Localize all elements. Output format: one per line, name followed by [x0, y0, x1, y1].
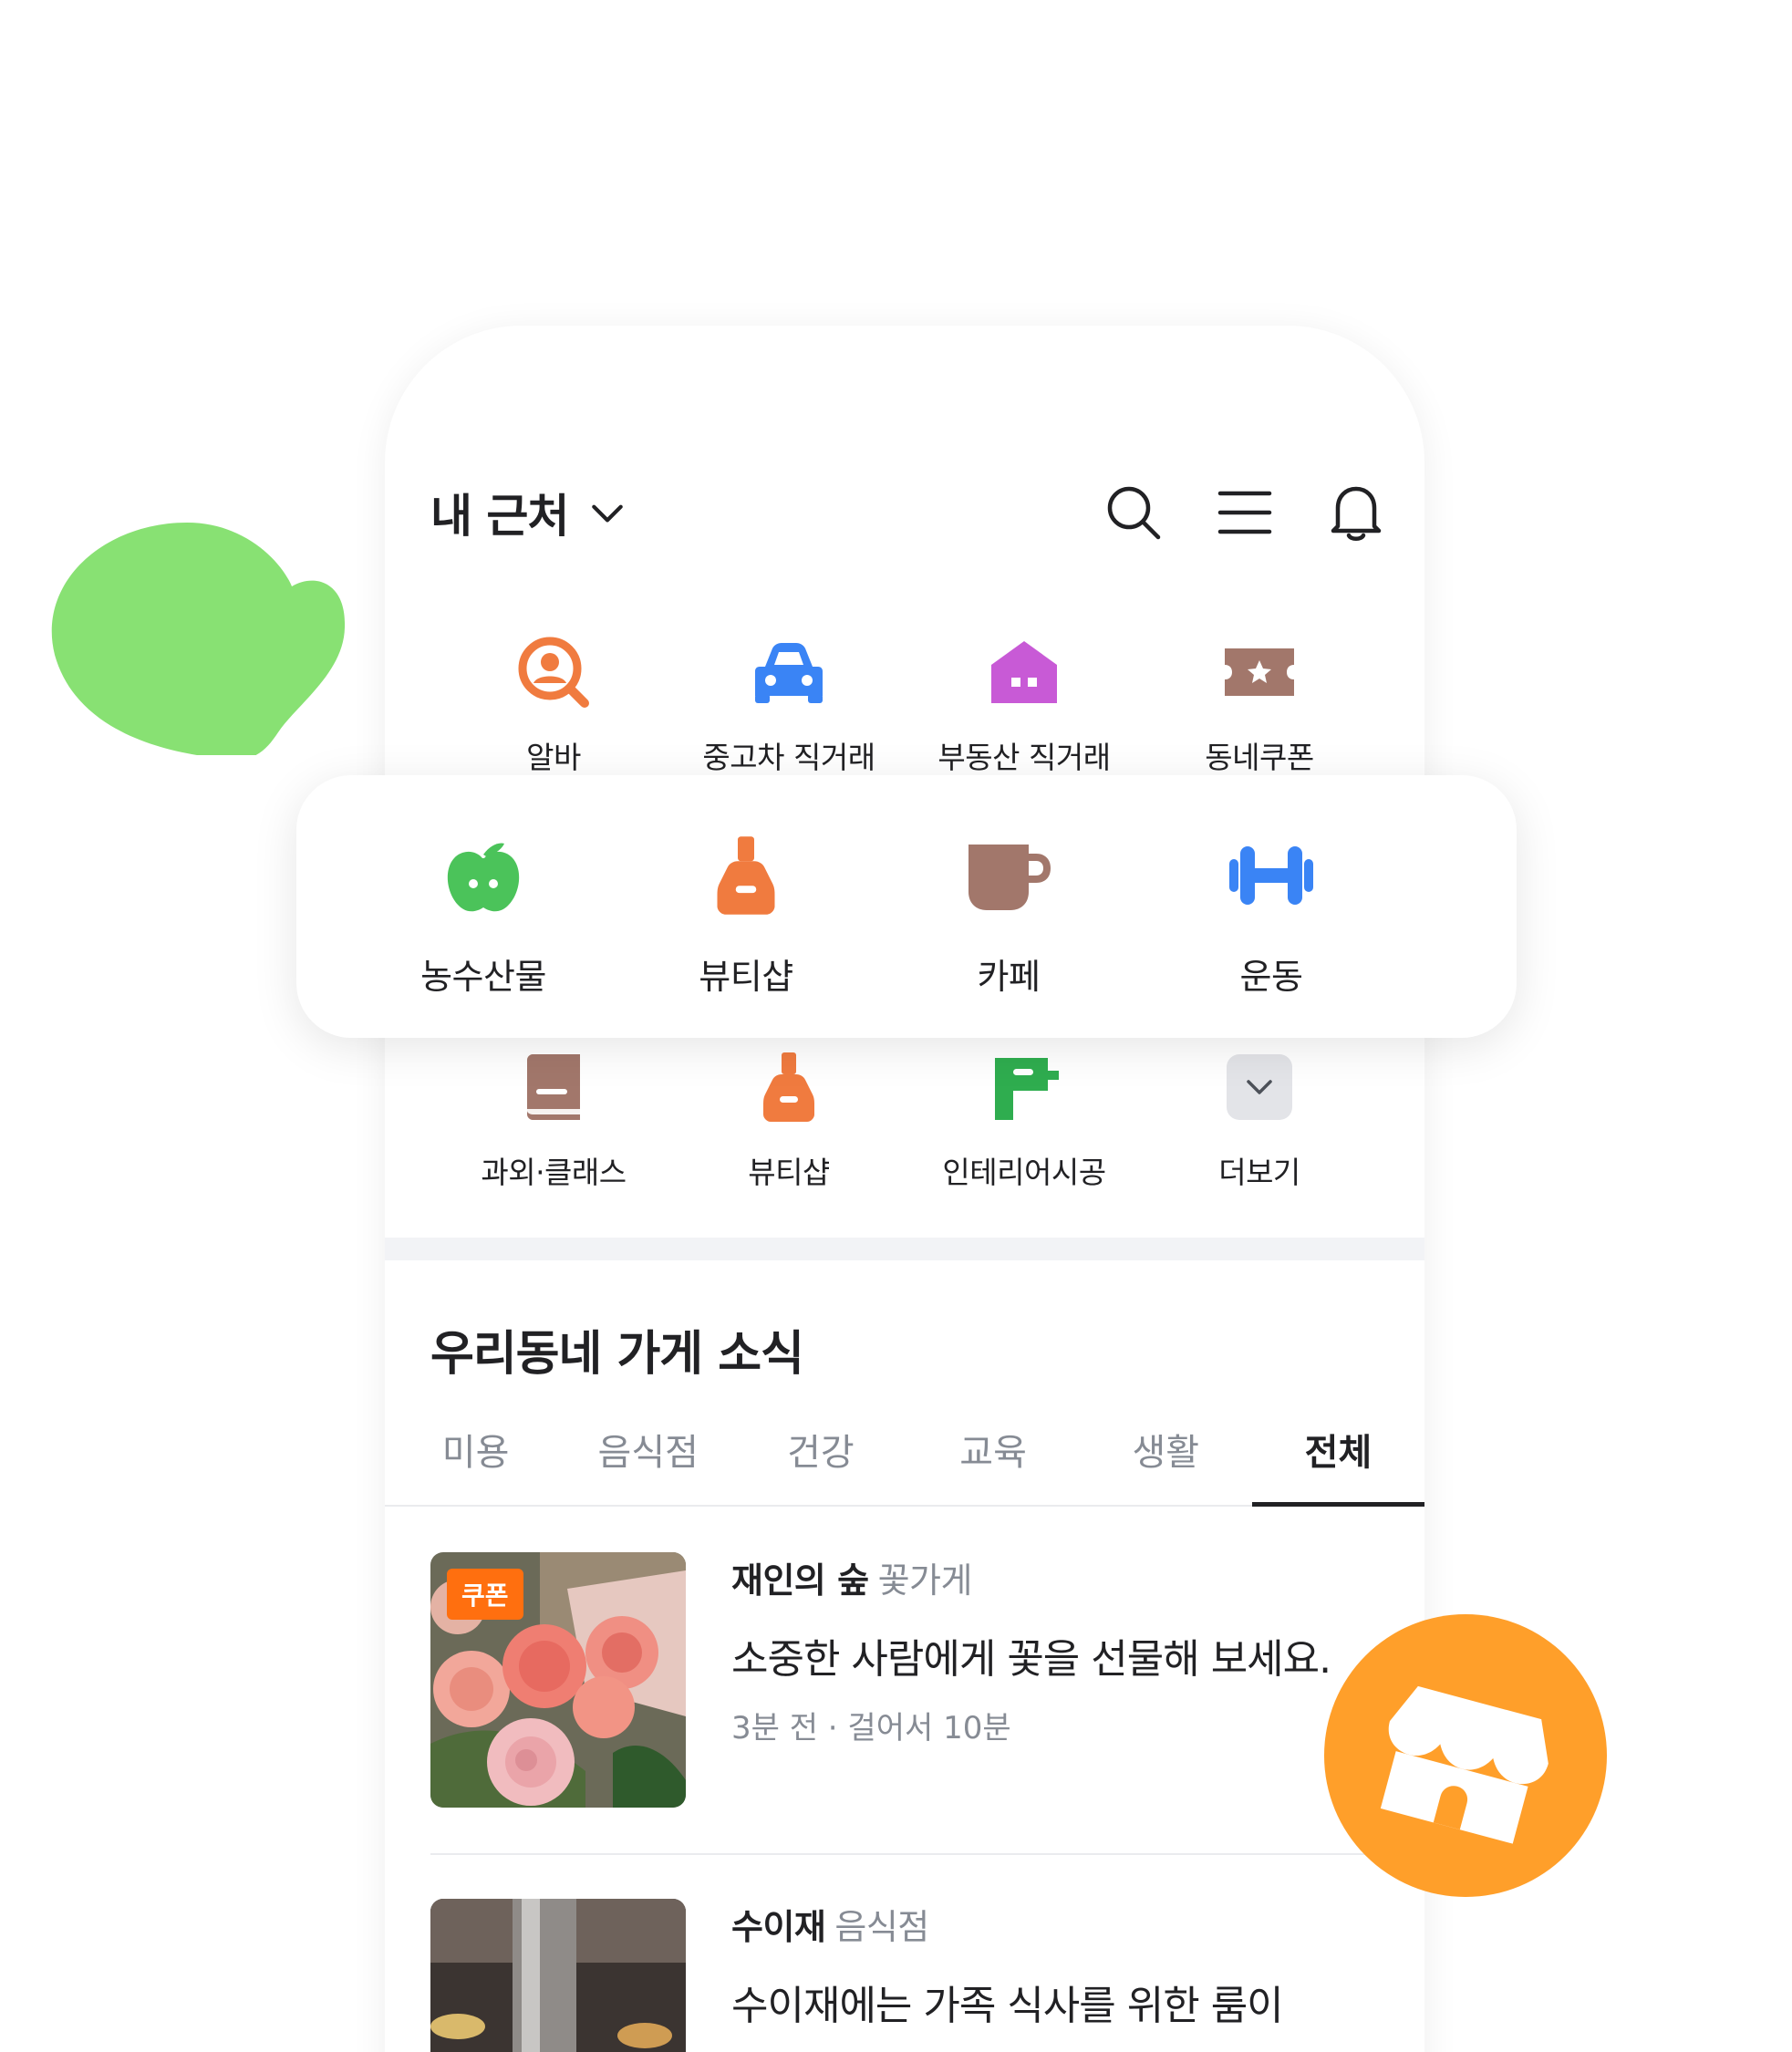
notification-button[interactable] — [1324, 481, 1388, 544]
store-badge-decoration — [1324, 1614, 1607, 1897]
location-label: 내 근처 — [430, 490, 569, 543]
heart-shape-decoration — [51, 523, 346, 755]
category-label: 운동 — [1239, 957, 1303, 997]
category-label: 뷰티샵 — [748, 1155, 830, 1190]
apple-icon — [447, 843, 520, 912]
chevron-down-icon — [592, 504, 624, 523]
category-label: 더보기 — [1218, 1155, 1300, 1190]
house-icon — [991, 641, 1057, 703]
category-label: 카페 — [977, 957, 1041, 997]
top-bar: 내 근처 — [430, 481, 1388, 544]
category-cafe[interactable]: 카페 — [877, 830, 1140, 1038]
category-real-estate[interactable]: 부동산 직거래 — [906, 631, 1142, 777]
section-title: 우리동네 가게 소식 — [430, 1327, 804, 1382]
tab-health[interactable]: 건강 — [734, 1415, 906, 1505]
chevron-down-icon — [1227, 1054, 1292, 1120]
category-tabs: 미용 음식점 건강 교육 생활 전체 — [385, 1415, 1424, 1507]
category-label: 알바 — [526, 740, 581, 775]
category-job[interactable]: 알바 — [436, 631, 671, 777]
job-search-icon — [518, 637, 589, 708]
store-post[interactable]: 쿠폰 재인의 숲 꽃가게 소중한 사람에게 꽃을 선물해 보세요. 3분 전 · … — [430, 1552, 1397, 1808]
store-name: 수이재 — [731, 1907, 826, 1947]
post-headline: 소중한 사람에게 꽃을 선물해 보세요. — [731, 1636, 1331, 1683]
location-selector[interactable]: 내 근처 — [430, 481, 627, 544]
search-button[interactable] — [1102, 481, 1165, 544]
paint-roller-icon — [995, 1058, 1059, 1120]
nail-polish-icon — [763, 1052, 814, 1122]
post-meta: 3분 전 · 걸어서 10분 — [731, 1710, 1011, 1746]
feed-divider — [430, 1853, 1397, 1855]
category-produce[interactable]: 농수산물 — [352, 830, 615, 1038]
tab-restaurant[interactable]: 음식점 — [562, 1415, 734, 1505]
category-exercise[interactable]: 운동 — [1140, 830, 1403, 1038]
search-icon — [1107, 486, 1161, 540]
dumbbell-icon — [1229, 846, 1313, 905]
category-row-1: 알바 중고차 직거래 부동산 직거래 동네쿠폰 — [385, 631, 1424, 777]
hamburger-menu-icon — [1217, 491, 1272, 534]
bell-icon — [1331, 486, 1382, 541]
category-interior[interactable]: 인테리어시공 — [906, 1046, 1142, 1192]
coupon-badge: 쿠폰 — [447, 1569, 523, 1620]
category-label: 뷰티샵 — [699, 957, 793, 997]
book-icon — [527, 1054, 580, 1120]
store-category: 음식점 — [834, 1907, 929, 1947]
section-divider — [385, 1238, 1424, 1260]
tab-living[interactable]: 생활 — [1080, 1415, 1252, 1505]
phone-frame: 내 근처 알바 중고차 직거래 부동산 직거래 동네쿠폰 과외·클래스 뷰티샵 … — [385, 326, 1424, 2052]
car-icon — [755, 643, 823, 703]
coffee-cup-icon — [969, 845, 1051, 910]
restaurant-photo — [430, 1899, 686, 2052]
tab-beauty[interactable]: 미용 — [389, 1415, 562, 1505]
store-post[interactable]: 수이재음식점 수이재에는 가족 식사를 위한 룸이 준비되어 있어요. — [430, 1899, 1397, 2052]
storefront-icon — [1380, 1685, 1549, 1844]
category-label: 농수산물 — [420, 957, 546, 997]
category-row-3: 과외·클래스 뷰티샵 인테리어시공 더보기 — [385, 1046, 1424, 1192]
nail-polish-icon — [717, 836, 775, 915]
category-label: 중고차 직거래 — [702, 740, 875, 775]
post-headline-line-1: 수이재에는 가족 식사를 위한 룸이 — [731, 1983, 1284, 2029]
category-label: 인테리어시공 — [942, 1155, 1106, 1190]
tab-education[interactable]: 교육 — [907, 1415, 1080, 1505]
category-more[interactable]: 더보기 — [1142, 1046, 1377, 1192]
coupon-ticket-icon — [1225, 648, 1294, 696]
featured-category-card: 농수산물 뷰티샵 카페 운동 — [296, 775, 1517, 1038]
category-label: 부동산 직거래 — [937, 740, 1111, 775]
tab-all[interactable]: 전체 — [1251, 1415, 1424, 1507]
category-class[interactable]: 과외·클래스 — [436, 1046, 671, 1192]
store-category: 꽃가게 — [877, 1560, 973, 1601]
category-beauty[interactable]: 뷰티샵 — [671, 1046, 906, 1192]
flower-photo: 쿠폰 — [430, 1552, 686, 1808]
store-name: 재인의 숲 — [731, 1560, 869, 1601]
category-used-car[interactable]: 중고차 직거래 — [671, 631, 906, 777]
category-label: 과외·클래스 — [481, 1155, 627, 1190]
category-beauty[interactable]: 뷰티샵 — [615, 830, 877, 1038]
menu-button[interactable] — [1213, 481, 1277, 544]
category-label: 동네쿠폰 — [1205, 740, 1314, 775]
post-headline-line-2: 준비되어 있어요. — [731, 2040, 1424, 2052]
category-coupon[interactable]: 동네쿠폰 — [1142, 631, 1377, 777]
